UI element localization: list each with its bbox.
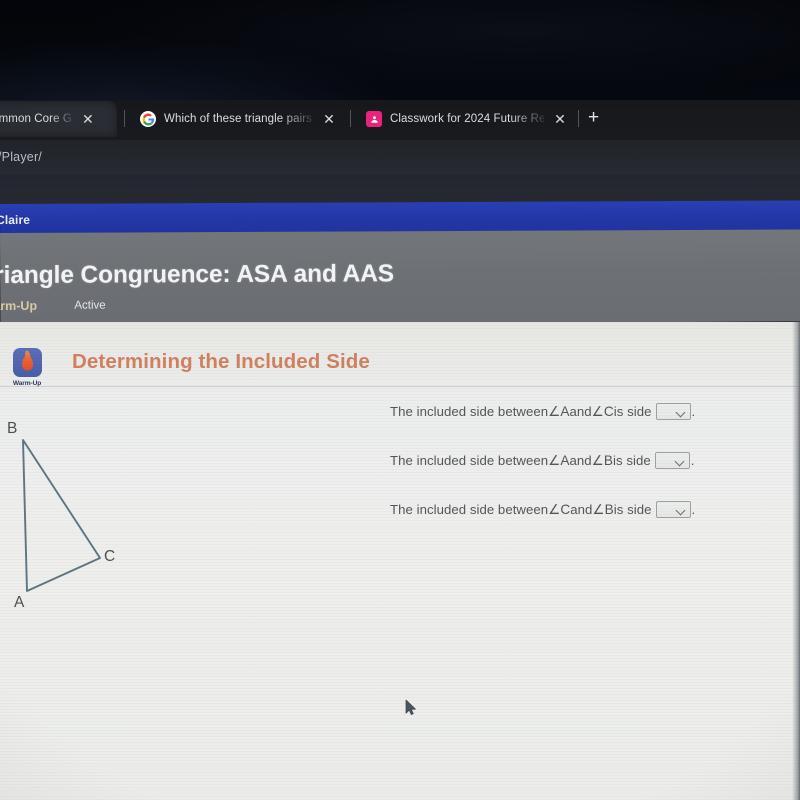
question-row-2: The included side between ∠A and ∠B is s… bbox=[390, 451, 780, 500]
question-3-angle-2: ∠B bbox=[592, 502, 614, 517]
question-2-angle-1: ∠A bbox=[548, 453, 570, 468]
browser-tab-2[interactable]: Which of these triangle pairs can ✕ bbox=[130, 101, 345, 137]
question-3-prefix: The included side between bbox=[390, 502, 549, 517]
question-row-3: The included side between ∠C and ∠B is s… bbox=[390, 500, 780, 549]
question-1-angle-2: ∠C bbox=[591, 404, 614, 419]
close-icon[interactable]: ✕ bbox=[321, 112, 337, 126]
browser-address-bar[interactable]: /Player/ bbox=[0, 140, 800, 174]
question-2-middle: and bbox=[569, 453, 592, 468]
vertex-label-b: B bbox=[7, 420, 18, 437]
question-2-period: . bbox=[690, 453, 695, 468]
question-1-middle: and bbox=[569, 404, 592, 419]
lesson-kicker: arm-Up bbox=[0, 298, 38, 314]
question-3-period: . bbox=[691, 502, 696, 517]
new-tab-button[interactable]: + bbox=[588, 108, 599, 128]
question-3-suffix: is side bbox=[613, 502, 652, 517]
lesson-content-page: Warm-Up Determining the Included Side B … bbox=[0, 322, 800, 800]
section-title: Determining the Included Side bbox=[72, 350, 370, 373]
answer-dropdown-1[interactable] bbox=[655, 403, 691, 420]
question-1-angle-1: ∠A bbox=[548, 404, 570, 419]
question-1-prefix: The included side between bbox=[390, 404, 549, 419]
question-1-period: . bbox=[691, 404, 696, 419]
google-classroom-icon bbox=[366, 111, 382, 127]
close-icon[interactable]: ✕ bbox=[552, 112, 568, 126]
tab-divider bbox=[578, 110, 579, 127]
browser-chrome-filler bbox=[0, 174, 800, 204]
lesson-header: riangle Congruence: ASA and AAS arm-Up A… bbox=[0, 229, 800, 325]
tab-divider bbox=[350, 110, 351, 127]
answer-dropdown-3[interactable] bbox=[655, 501, 691, 518]
google-icon bbox=[140, 111, 156, 127]
vertex-label-a: A bbox=[14, 594, 25, 611]
status-badge: Active bbox=[74, 299, 106, 312]
vertex-label-c: C bbox=[104, 548, 116, 565]
section-header: Warm-Up Determining the Included Side bbox=[0, 330, 800, 388]
flame-icon bbox=[12, 348, 42, 377]
browser-tab-1[interactable]: A-Common Core G ✕ bbox=[0, 101, 117, 137]
question-1-suffix: is side bbox=[613, 404, 652, 419]
question-3-angle-1: ∠C bbox=[548, 502, 571, 517]
screenshot-root: A-Common Core G ✕ Which of these triangl… bbox=[0, 0, 800, 800]
browser-tab-3-title: Classwork for 2024 Future Ready bbox=[390, 113, 544, 125]
page-title: riangle Congruence: ASA and AAS bbox=[0, 260, 395, 290]
question-2-angle-2: ∠B bbox=[591, 453, 614, 468]
section-divider bbox=[0, 386, 800, 387]
question-2-suffix: is side bbox=[613, 453, 651, 468]
browser-tab-2-title: Which of these triangle pairs can bbox=[164, 113, 313, 125]
answer-dropdown-2[interactable] bbox=[654, 452, 690, 469]
question-row-1: The included side between ∠A and ∠C is s… bbox=[390, 402, 780, 451]
question-2-prefix: The included side between bbox=[390, 453, 549, 468]
question-3-middle: and bbox=[570, 502, 593, 517]
warmup-badge: Warm-Up bbox=[10, 348, 44, 387]
navbar-username[interactable]: Claire bbox=[0, 213, 30, 227]
url-text: /Player/ bbox=[0, 150, 42, 164]
tab-divider bbox=[124, 110, 125, 127]
browser-tab-strip: A-Common Core G ✕ Which of these triangl… bbox=[0, 100, 800, 138]
browser-tab-3[interactable]: Classwork for 2024 Future Ready ✕ bbox=[356, 101, 576, 137]
page-right-shadow bbox=[792, 322, 800, 800]
monitor-bezel bbox=[0, 0, 800, 103]
browser-tab-1-title: A-Common Core G bbox=[0, 113, 72, 125]
browser-chrome: A-Common Core G ✕ Which of these triangl… bbox=[0, 100, 800, 204]
close-icon[interactable]: ✕ bbox=[80, 112, 96, 126]
question-list: The included side between ∠A and ∠C is s… bbox=[390, 402, 780, 549]
triangle-figure: B A C bbox=[0, 402, 170, 632]
